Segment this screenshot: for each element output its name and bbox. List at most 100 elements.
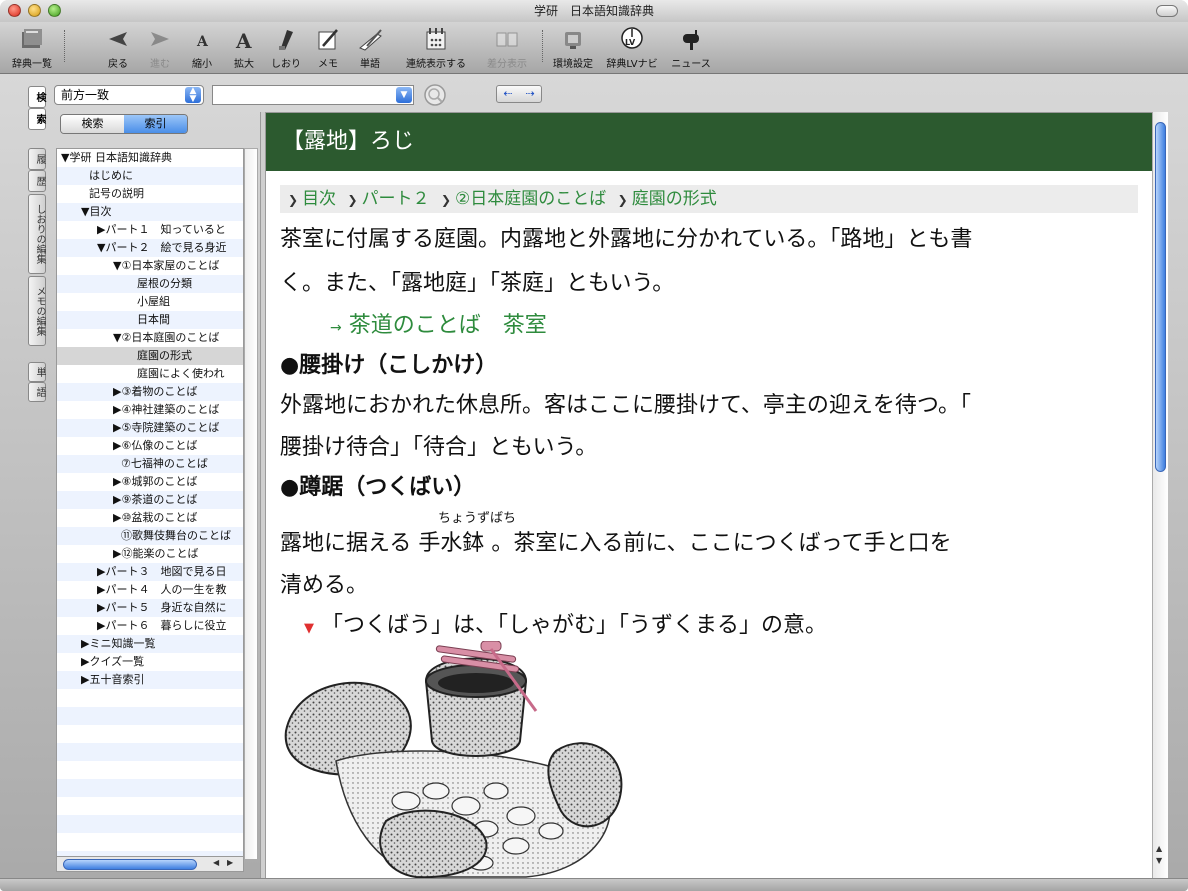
scroll-left-icon[interactable]: ◀ [213,858,219,867]
dropdown-arrow-icon[interactable]: ▼ [396,87,412,103]
font-smaller-icon: A [196,34,209,50]
tree-item[interactable]: ▶パート１ 知っていると [57,221,243,239]
prev-result-button[interactable]: ⇠ [497,86,519,102]
zoom-window-button[interactable] [48,4,61,17]
dictionary-list-button[interactable]: 辞典一覧 [4,22,60,74]
tree-item[interactable]: ▶パート６ 暮らしに役立 [57,617,243,635]
lv-navi-icon: LV [621,27,643,49]
bookmark-button[interactable]: しおり [266,22,306,74]
tree-item[interactable]: ▼学研 日本語知識辞典 [57,149,243,167]
toolbar-toggle-button[interactable] [1156,5,1178,17]
tree-item[interactable]: ▶④神社建築のことば [57,401,243,419]
tree-item[interactable]: ▼②日本庭園のことば [57,329,243,347]
tree-item[interactable]: ▼①日本家屋のことば [57,257,243,275]
scroll-up-icon[interactable]: ▲ [1156,844,1162,853]
entry-text: 腰掛け待合」「待合」ともいう。 [280,435,598,460]
left-panel: 検索 索引 ▼学研 日本語知識辞典 はじめに 記号の説明 ▼目次 ▶パート１ 知… [52,112,260,878]
see-also-text[interactable]: 茶道のことば 茶室 [349,313,547,338]
entry-text: 外露地におかれた休息所。客はここに腰掛けて、亭主の迎えを待つ。「 [280,393,972,418]
tree-item[interactable]: 日本間 [57,311,243,329]
tree-item[interactable]: ▶パート４ 人の一生を教 [57,581,243,599]
tree-item[interactable]: ▶⑨茶道のことば [57,491,243,509]
ruby-reading: ちょうずばち [438,511,517,526]
history-arrows: ⇠ ⇢ [496,85,542,103]
status-bar [0,878,1188,891]
search-input[interactable]: ▼ [212,85,414,105]
subheading-tsukubai: ●蹲踞（つくばい） [280,475,476,500]
title-bar: 学研 日本語知識辞典 [0,0,1188,22]
tree-item[interactable]: ▼パート２ 絵で見る身近 [57,239,243,257]
tree-vertical-scrollbar[interactable] [244,148,258,860]
tree-item[interactable]: ▶⑩盆栽のことば [57,509,243,527]
tree-item[interactable]: 庭園によく使われ [57,365,243,383]
tab-history-2[interactable]: 歴 [28,170,46,192]
preferences-button[interactable]: 環境設定 [548,22,598,74]
tree-item[interactable]: ▶ミニ知識一覧 [57,635,243,653]
side-tabs: 検 索 履 歴 しおりの編集 メモの編集 単 語 [28,86,46,426]
book-list-icon [22,29,42,48]
tree-item[interactable]: ▶⑧城郭のことば [57,473,243,491]
memo-button[interactable]: メモ [308,22,348,74]
close-window-button[interactable] [8,4,21,17]
font-larger-button[interactable]: A 拡大 [224,22,264,74]
tab-history-1[interactable]: 履 [28,148,46,170]
tree-item[interactable]: ▶⑥仏像のことば [57,437,243,455]
index-tree: ▼学研 日本語知識辞典 はじめに 記号の説明 ▼目次 ▶パート１ 知っていると … [56,148,244,860]
note-text: 「つくばう」は、「しゃがむ」「うずくまる」の意。 [321,613,828,638]
tree-item[interactable]: ▶⑤寺院建築のことば [57,419,243,437]
scroll-right-icon[interactable]: ▶ [227,858,233,867]
segment-search[interactable]: 検索 [61,115,124,133]
forward-button[interactable]: 進む [140,22,180,74]
chevron-right-icon: ❯ [440,193,451,207]
tree-item[interactable]: 小屋組 [57,293,243,311]
memo-icon [318,29,338,50]
tree-horizontal-scrollbar[interactable]: ◀ ▶ [56,856,244,872]
tab-memo-edit[interactable]: メモの編集 [28,276,46,346]
breadcrumb-link[interactable]: パート２ [362,189,430,209]
tree-item[interactable]: はじめに [57,167,243,185]
tree-item[interactable]: ▶パート３ 地図で見る日 [57,563,243,581]
tree-item[interactable]: ⑪歌舞伎舞台のことば [57,527,243,545]
lv-navi-button[interactable]: LV 辞典LVナビ [602,22,662,74]
tree-item-selected[interactable]: 庭園の形式 [57,347,243,365]
tab-word-label-2: 語 [34,387,45,397]
minimize-window-button[interactable] [28,4,41,17]
segment-index[interactable]: 索引 [124,115,187,133]
entry-text: 清める。 [280,573,369,598]
tree-item[interactable]: ▶クイズ一覧 [57,653,243,671]
tab-bookmark-edit[interactable]: しおりの編集 [28,194,46,274]
tab-index[interactable]: 索 [28,108,46,130]
breadcrumb-link[interactable]: 庭園の形式 [632,189,717,209]
tree-item[interactable]: ▶パート５ 身近な自然に [57,599,243,617]
tab-index-label: 索 [34,114,45,124]
search-icon[interactable] [422,82,448,108]
tab-word-1[interactable]: 単 [28,362,46,382]
see-also-link[interactable]: → 茶道のことば 茶室 [330,307,547,339]
tree-item[interactable]: 屋根の分類 [57,275,243,293]
diff-view-button[interactable]: 差分表示 [478,22,536,74]
tree-item[interactable]: ▶③着物のことば [57,383,243,401]
news-button[interactable]: ニュース [666,22,716,74]
tree-item[interactable]: ▶⑫能楽のことば [57,545,243,563]
tree-item[interactable]: ▶五十音索引 [57,671,243,689]
breadcrumb-link[interactable]: 目次 [302,189,336,209]
tree-item[interactable]: ⑦七福神のことば [57,455,243,473]
breadcrumb-link[interactable]: ②日本庭園のことば [455,189,606,209]
tab-search[interactable]: 検 [28,86,46,108]
scroll-thumb[interactable] [63,859,197,870]
tab-word-2[interactable]: 語 [28,382,46,402]
tree-item[interactable]: 記号の説明 [57,185,243,203]
back-button[interactable]: 戻る [98,22,138,74]
content-scroll-thumb[interactable] [1155,122,1166,472]
content-vertical-scrollbar[interactable]: ▲ ▼ [1152,112,1168,878]
search-mode-select[interactable]: 前方一致 ▲ ▼ [54,85,204,105]
diff-view-icon [496,32,518,47]
word-button[interactable]: 単語 [350,22,390,74]
chevron-right-icon: ❯ [288,193,299,207]
font-smaller-button[interactable]: A 縮小 [182,22,222,74]
next-result-button[interactable]: ⇢ [519,86,541,102]
scroll-down-icon[interactable]: ▼ [1156,856,1162,865]
tree-item[interactable]: ▼目次 [57,203,243,221]
chevron-right-icon: ❯ [347,193,358,207]
continuous-view-button[interactable]: 連続表示する [398,22,474,74]
